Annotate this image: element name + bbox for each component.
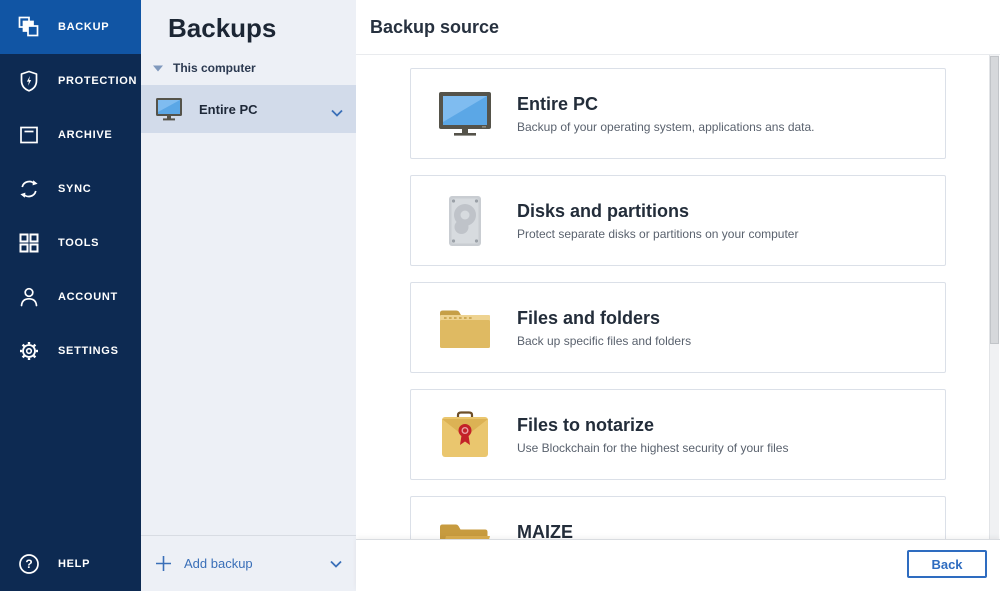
sidebar-item-label: TOOLS [58,237,99,249]
shield-bolt-icon [17,69,41,93]
svg-text:?: ? [25,557,32,571]
sidebar-item-label: PROTECTION [58,75,137,87]
backup-app-window: BACKUP PROTECTION ARCHIVE [0,0,1000,591]
bottom-action-bar: Back [356,539,1000,591]
chevron-down-icon[interactable] [330,560,342,568]
scrollbar-track[interactable] [989,55,999,540]
plus-icon [155,555,172,572]
card-description: Protect separate disks or partitions on … [517,227,798,241]
scrollbar-thumb[interactable] [990,56,999,344]
source-card-list: Entire PC Backup of your operating syste… [410,55,946,591]
sidebar-item-archive[interactable]: ARCHIVE [0,108,141,162]
add-backup-label: Add backup [184,556,253,571]
chevron-down-icon[interactable] [331,104,343,122]
backup-source-pane: Backup source Entire PC Backup of [356,0,1000,591]
sidebar-item-label: HELP [58,558,90,570]
folder-icon [437,300,493,356]
card-description: Backup of your operating system, applica… [517,120,815,134]
source-card-disks-partitions[interactable]: Disks and partitions Protect separate di… [410,175,946,266]
backup-icon [17,15,41,39]
card-description: Use Blockchain for the highest security … [517,441,788,455]
grid-icon [17,231,41,255]
backups-panel-title: Backups [168,12,356,44]
card-title: Entire PC [517,94,815,115]
card-title: Disks and partitions [517,201,798,222]
sidebar-item-protection[interactable]: PROTECTION [0,54,141,108]
group-label: This computer [173,61,256,75]
add-backup-bar: Add backup [141,535,356,591]
sync-arrows-icon [17,177,41,201]
notarized-briefcase-icon [437,407,493,463]
sidebar-item-label: BACKUP [58,21,109,33]
backup-name: Entire PC [199,102,258,117]
question-circle-icon: ? [17,552,41,576]
this-computer-group[interactable]: This computer [141,60,356,76]
sidebar-item-tools[interactable]: TOOLS [0,216,141,270]
monitor-icon [155,97,183,121]
page-title: Backup source [370,17,499,38]
sidebar-item-settings[interactable]: SETTINGS [0,324,141,378]
backups-panel: Backups This computer Entire PC [141,0,356,591]
sidebar-item-label: ACCOUNT [58,291,118,303]
sidebar-item-label: SYNC [58,183,91,195]
main-header: Backup source [356,0,1000,55]
source-card-files-folders[interactable]: Files and folders Back up specific files… [410,282,946,373]
person-icon [17,285,41,309]
sidebar-item-help[interactable]: ? HELP [0,537,141,591]
source-card-entire-pc[interactable]: Entire PC Backup of your operating syste… [410,68,946,159]
card-title: Files and folders [517,308,691,329]
add-backup-button[interactable]: Add backup [155,555,253,572]
backup-list-item-entire-pc[interactable]: Entire PC [141,85,356,133]
card-description: Back up specific files and folders [517,334,691,348]
sidebar-item-account[interactable]: ACCOUNT [0,270,141,324]
sidebar-item-label: ARCHIVE [58,129,112,141]
card-title: Files to notarize [517,415,788,436]
hard-disk-icon [437,193,493,249]
source-card-files-to-notarize[interactable]: Files to notarize Use Blockchain for the… [410,389,946,480]
sidebar: BACKUP PROTECTION ARCHIVE [0,0,141,591]
archive-box-icon [17,123,41,147]
monitor-icon [437,86,493,142]
sidebar-item-sync[interactable]: SYNC [0,162,141,216]
gear-icon [17,339,41,363]
back-button[interactable]: Back [907,550,987,578]
collapse-triangle-icon [153,65,163,72]
sidebar-item-label: SETTINGS [58,345,119,357]
sidebar-item-backup[interactable]: BACKUP [0,0,141,54]
